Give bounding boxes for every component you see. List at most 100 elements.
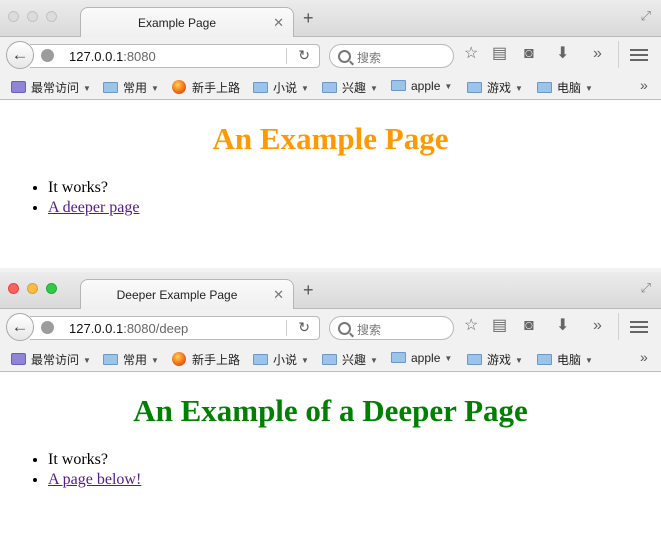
- chevron-down-icon: ▼: [515, 84, 523, 93]
- reload-icon[interactable]: ↻: [298, 47, 310, 64]
- url-bar[interactable]: 127.0.0.1:8080 ↻: [30, 44, 320, 68]
- zoom-window-button[interactable]: [46, 11, 57, 22]
- window-controls: [8, 11, 57, 22]
- list-item: A deeper page: [48, 198, 140, 218]
- page-below-link[interactable]: A page below!: [48, 471, 141, 488]
- chevron-down-icon: ▼: [301, 356, 309, 365]
- bookmarks-overflow-icon[interactable]: »: [640, 349, 648, 365]
- download-icon[interactable]: ⬇: [556, 45, 569, 63]
- back-button[interactable]: ←: [6, 313, 34, 341]
- tab-example-page[interactable]: Example Page ✕: [80, 7, 294, 37]
- bookmark-folder-games[interactable]: 游戏 ▼: [467, 351, 523, 368]
- search-bar[interactable]: 搜索: [329, 44, 454, 68]
- bookmark-folder-computer[interactable]: 电脑 ▼: [537, 79, 593, 96]
- minimize-window-button[interactable]: [27, 283, 38, 294]
- url-bar[interactable]: 127.0.0.1:8080/deep ↻: [30, 316, 320, 340]
- toolbar-separator: [618, 313, 619, 340]
- search-placeholder: 搜索: [357, 323, 382, 337]
- bookmark-folder-interests[interactable]: 兴趣 ▼: [322, 351, 378, 368]
- bookmark-most-visited[interactable]: 最常访问 ▼: [11, 79, 91, 96]
- browser-window-deeper-page: Deeper Example Page ✕ + ⤢ 127.0.0.1:8080…: [0, 272, 661, 558]
- chevron-down-icon: ▼: [83, 84, 91, 93]
- close-tab-icon[interactable]: ✕: [273, 287, 284, 303]
- bookmark-folder-games[interactable]: 游戏 ▼: [467, 79, 523, 96]
- zoom-window-button[interactable]: [46, 283, 57, 294]
- folder-icon: [253, 82, 268, 93]
- reading-list-icon[interactable]: ▤: [492, 45, 507, 63]
- site-identity-icon[interactable]: [41, 321, 54, 334]
- firefox-icon: [172, 352, 186, 366]
- tab-deeper-example-page[interactable]: Deeper Example Page ✕: [80, 279, 294, 309]
- folder-icon: [253, 354, 268, 365]
- chevron-down-icon: ▼: [151, 84, 159, 93]
- url-text: 127.0.0.1:8080/deep: [69, 321, 189, 336]
- overflow-chevron-icon[interactable]: »: [593, 317, 602, 335]
- bookmark-folder-apple[interactable]: apple ▼: [391, 79, 452, 93]
- reload-icon[interactable]: ↻: [298, 319, 310, 336]
- folder-icon: [467, 354, 482, 365]
- bookmark-getting-started[interactable]: 新手上路: [172, 79, 240, 96]
- list-item: A page below!: [48, 470, 141, 490]
- new-tab-button[interactable]: +: [303, 280, 314, 301]
- hamburger-menu-icon[interactable]: [630, 321, 648, 333]
- search-bar[interactable]: 搜索: [329, 316, 454, 340]
- back-button[interactable]: ←: [6, 41, 34, 69]
- bookmark-folder-apple[interactable]: apple ▼: [391, 351, 452, 365]
- close-tab-icon[interactable]: ✕: [273, 15, 284, 31]
- deeper-page-link[interactable]: A deeper page: [48, 199, 140, 216]
- title-bar: Deeper Example Page ✕ + ⤢: [0, 272, 661, 309]
- item-list: It works? A deeper page: [0, 178, 140, 218]
- fullscreen-icon[interactable]: ⤢: [641, 280, 651, 296]
- fullscreen-icon[interactable]: ⤢: [641, 8, 651, 24]
- chevron-down-icon: ▼: [515, 356, 523, 365]
- bookmark-folder-common[interactable]: 常用 ▼: [103, 79, 159, 96]
- bookmark-star-icon[interactable]: ☆: [464, 45, 478, 63]
- bookmark-most-visited[interactable]: 最常访问 ▼: [11, 351, 91, 368]
- tab-title: Deeper Example Page: [116, 288, 238, 302]
- folder-icon: [467, 82, 482, 93]
- window-controls: [8, 283, 57, 294]
- bookmark-folder-common[interactable]: 常用 ▼: [103, 351, 159, 368]
- folder-icon: [537, 82, 552, 93]
- bookmark-star-icon[interactable]: ☆: [464, 317, 478, 335]
- site-identity-icon[interactable]: [41, 49, 54, 62]
- folder-icon: [322, 354, 337, 365]
- chevron-down-icon: ▼: [151, 356, 159, 365]
- smart-folder-icon: [11, 81, 26, 93]
- bookmark-folder-novels[interactable]: 小说 ▼: [253, 351, 309, 368]
- bookmark-folder-interests[interactable]: 兴趣 ▼: [322, 79, 378, 96]
- overflow-chevron-icon[interactable]: »: [593, 45, 602, 63]
- smart-folder-icon: [11, 353, 26, 365]
- new-tab-button[interactable]: +: [303, 8, 314, 29]
- folder-icon: [391, 80, 406, 91]
- chevron-down-icon: ▼: [301, 84, 309, 93]
- pocket-icon[interactable]: ◙: [524, 317, 534, 335]
- reading-list-icon[interactable]: ▤: [492, 317, 507, 335]
- search-icon: [338, 322, 351, 335]
- download-icon[interactable]: ⬇: [556, 317, 569, 335]
- navigation-toolbar: 127.0.0.1:8080 ↻ ← 搜索 ☆ ▤ ◙ ⬇ »: [0, 37, 661, 73]
- item-list: It works? A page below!: [0, 450, 141, 490]
- folder-icon: [103, 354, 118, 365]
- url-separator: [286, 320, 287, 336]
- close-window-button[interactable]: [8, 11, 19, 22]
- close-window-button[interactable]: [8, 283, 19, 294]
- bookmarks-overflow-icon[interactable]: »: [640, 77, 648, 93]
- bookmark-folder-novels[interactable]: 小说 ▼: [253, 79, 309, 96]
- browser-window-example-page: Example Page ✕ + ⤢ 127.0.0.1:8080 ↻ ← 搜索…: [0, 0, 661, 268]
- chevron-down-icon: ▼: [370, 84, 378, 93]
- pocket-icon[interactable]: ◙: [524, 45, 534, 63]
- page-heading: An Example Page: [212, 121, 449, 156]
- chevron-down-icon: ▼: [585, 84, 593, 93]
- bookmark-getting-started[interactable]: 新手上路: [172, 351, 240, 368]
- bookmark-folder-computer[interactable]: 电脑 ▼: [537, 351, 593, 368]
- tab-title: Example Page: [137, 16, 217, 30]
- bookmarks-toolbar: 最常访问 ▼ 常用 ▼ 新手上路 小说 ▼ 兴趣 ▼ apple ▼ 游戏 ▼ 电脑 ▼ »: [0, 73, 661, 100]
- url-separator: [286, 48, 287, 64]
- list-item: It works?: [48, 178, 140, 198]
- hamburger-menu-icon[interactable]: [630, 49, 648, 61]
- toolbar-separator: [618, 41, 619, 68]
- search-icon: [338, 50, 351, 63]
- folder-icon: [537, 354, 552, 365]
- minimize-window-button[interactable]: [27, 11, 38, 22]
